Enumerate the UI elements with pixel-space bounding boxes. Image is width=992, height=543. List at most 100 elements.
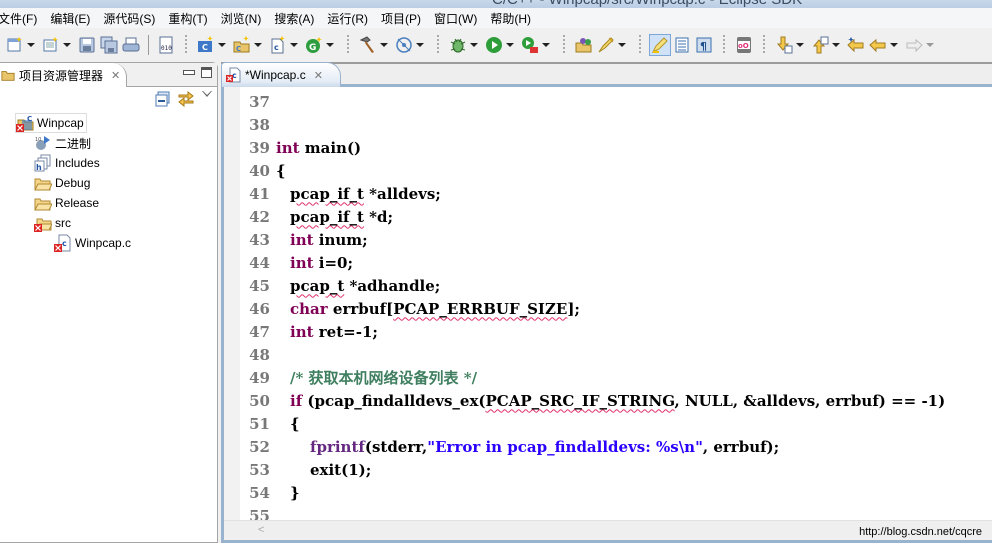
toggle-highlight-button[interactable] (649, 34, 671, 56)
chevron-down-icon[interactable] (889, 34, 899, 56)
menu-item[interactable]: 重构(T) (162, 10, 214, 27)
minimize-icon[interactable] (183, 67, 195, 77)
editor-tab-bar: c *Winpcap.c ✕ (221, 62, 992, 87)
menu-item[interactable]: 项目(P) (375, 10, 428, 27)
forward-button[interactable] (903, 34, 925, 56)
code-line[interactable]: 48 (240, 343, 992, 366)
code-line[interactable]: 52 fprintf(stderr,"Error in pcap_findalld… (240, 435, 992, 458)
chevron-down-icon[interactable] (831, 34, 841, 56)
new-folder-button[interactable]: C (231, 34, 253, 56)
open-perspective-button[interactable] (573, 34, 595, 56)
prev-annotation-button[interactable] (809, 34, 831, 56)
new-source-file-button[interactable]: c (267, 34, 289, 56)
code-line[interactable]: 38 (240, 113, 992, 136)
chevron-down-icon[interactable] (26, 34, 36, 56)
new-class-button[interactable]: G (303, 34, 325, 56)
code-line[interactable]: 44 int i=0; (240, 251, 992, 274)
chevron-down-icon[interactable] (795, 34, 805, 56)
save-all-button[interactable] (98, 34, 120, 56)
back-button[interactable] (867, 34, 889, 56)
build-button[interactable] (357, 34, 379, 56)
menu-item[interactable]: 窗口(W) (428, 10, 484, 27)
print-button[interactable] (120, 34, 142, 56)
menu-item[interactable]: 编辑(E) (44, 10, 97, 27)
chevron-down-icon[interactable] (289, 34, 299, 56)
code-line[interactable]: 54} (240, 481, 992, 504)
run-button[interactable] (483, 34, 505, 56)
toolbar-grip[interactable] (437, 35, 439, 55)
next-annotation-button[interactable] (773, 34, 795, 56)
code-line[interactable]: 45 pcap_t *adhandle; (240, 274, 992, 297)
menu-item[interactable]: 运行(R) (321, 10, 375, 27)
new-wizard-button[interactable] (40, 34, 62, 56)
menu-item[interactable]: 源代码(S) (97, 10, 162, 27)
code-line[interactable]: 50 if (pcap_findalldevs_ex(PCAP_SRC_IF_ST… (240, 389, 992, 412)
tree-item[interactable]: Debug (34, 173, 90, 193)
code-line[interactable]: 42 pcap_if_t *d; (240, 205, 992, 228)
chevron-down-icon[interactable] (62, 34, 72, 56)
debug-button[interactable] (447, 34, 469, 56)
tree-item[interactable]: h Includes (34, 153, 100, 173)
target-button[interactable] (393, 34, 415, 56)
maximize-icon[interactable] (201, 67, 212, 78)
chevron-down-icon[interactable] (505, 34, 515, 56)
code-line[interactable]: 46 char errbuf[PCAP_ERRBUF_SIZE]; (240, 297, 992, 320)
last-edit-button[interactable] (845, 34, 867, 56)
code-line[interactable]: 55 (240, 504, 992, 521)
show-block-button[interactable] (671, 34, 693, 56)
chevron-down-icon[interactable] (415, 34, 425, 56)
binary-button[interactable]: 010 (155, 34, 177, 56)
chevron-down-icon[interactable] (217, 34, 227, 56)
code-line[interactable]: 40 { (240, 159, 992, 182)
code-area[interactable]: 37 38 39 int main() 40{41 pcap_if_t *alldevs;… (240, 87, 992, 521)
new-c-project-button[interactable]: C (195, 34, 217, 56)
chevron-down-icon[interactable] (925, 34, 935, 56)
toolbar-grip[interactable] (639, 35, 641, 55)
tree-item[interactable]: src (34, 213, 71, 233)
menu-item[interactable]: 搜索(A) (268, 10, 321, 27)
code-line[interactable]: 43 int inum; (240, 228, 992, 251)
menu-item[interactable]: 帮助(H) (484, 10, 538, 27)
tab-project-explorer[interactable]: 项目资源管理器 ✕ (0, 63, 127, 87)
chevron-down-icon[interactable] (253, 34, 263, 56)
chevron-down-icon[interactable] (379, 34, 389, 56)
tree-item[interactable]: C Winpcap (15, 113, 87, 133)
menu-item[interactable]: 浏览(N) (215, 10, 269, 27)
code-line[interactable]: 51 { (240, 412, 992, 435)
code-line[interactable]: 37 (240, 90, 992, 113)
code-line[interactable]: 39 int main() (240, 136, 992, 159)
code-line[interactable]: 53 exit(1); (240, 458, 992, 481)
toolbar-grip[interactable] (563, 35, 565, 55)
link-with-editor-icon[interactable] (177, 89, 195, 107)
toolbar-grip[interactable] (723, 35, 725, 55)
chevron-down-icon[interactable] (325, 34, 335, 56)
chevron-down-icon[interactable] (617, 34, 627, 56)
code-token: } (290, 483, 300, 502)
tab-winpcap-c[interactable]: c *Winpcap.c ✕ (221, 62, 341, 87)
toolbar-grip[interactable] (347, 35, 349, 55)
external-tools-button[interactable] (519, 34, 541, 56)
collapse-all-icon[interactable] (155, 91, 171, 107)
save-button[interactable] (76, 34, 98, 56)
tree-item[interactable]: Release (34, 193, 99, 213)
menu-item[interactable]: 文件(F) (0, 10, 44, 27)
mark-occurrences-button[interactable] (595, 34, 617, 56)
horizontal-scrollbar[interactable]: < http://blog.csdn.net/cqcre (224, 520, 992, 540)
close-icon[interactable]: ✕ (111, 69, 120, 82)
close-icon[interactable]: ✕ (314, 69, 323, 82)
toolbar-grip[interactable] (185, 35, 187, 55)
view-menu-icon[interactable] (202, 91, 212, 97)
show-whitespace-button[interactable]: ¶ (693, 34, 715, 56)
new-button[interactable] (4, 34, 26, 56)
annotation-ruler[interactable] (224, 87, 240, 540)
toolbar-grip[interactable] (763, 35, 765, 55)
tree-item[interactable]: 10 二进制 (34, 133, 91, 153)
code-line[interactable]: 49 /* 获取本机网络设备列表 */ (240, 366, 992, 389)
memory-button[interactable]: oO (733, 34, 755, 56)
chevron-down-icon[interactable] (541, 34, 551, 56)
scroll-left-icon[interactable]: < (258, 524, 264, 536)
code-line[interactable]: 47 int ret=-1; (240, 320, 992, 343)
code-line[interactable]: 41 pcap_if_t *alldevs; (240, 182, 992, 205)
tree-item[interactable]: c Winpcap.c (54, 233, 131, 253)
chevron-down-icon[interactable] (469, 34, 479, 56)
